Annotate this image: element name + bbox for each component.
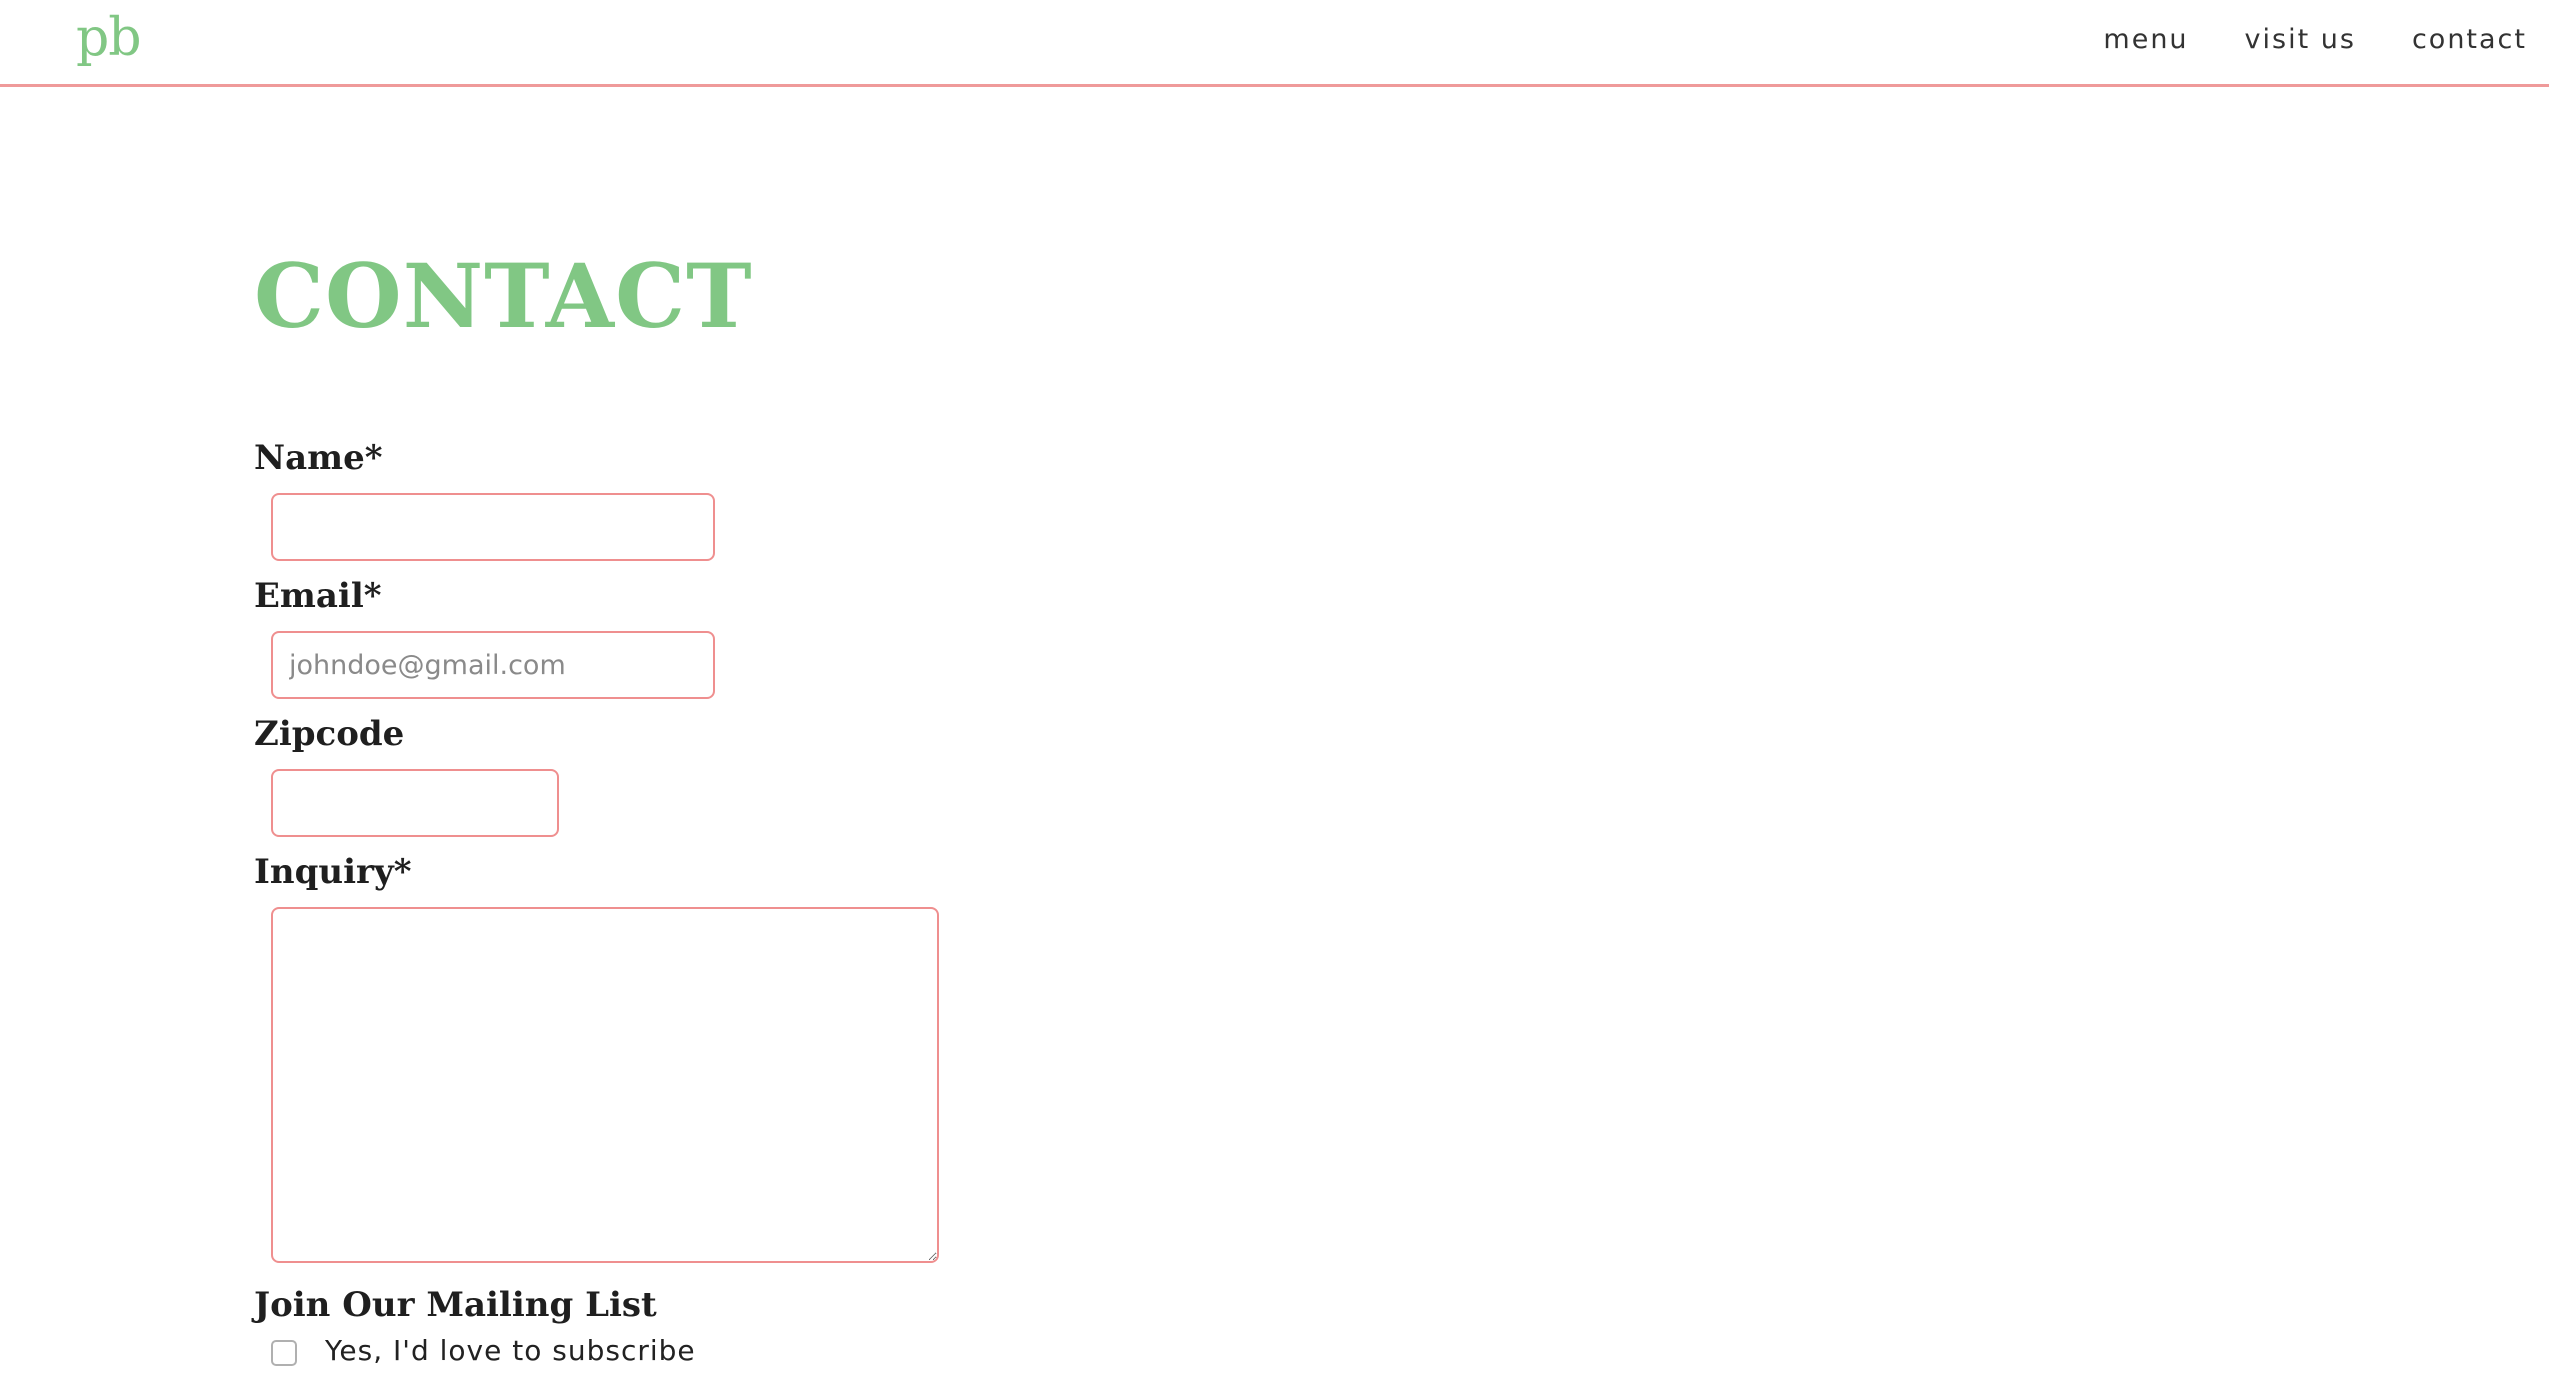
nav-links: menu visit us contact (2103, 24, 2527, 55)
subscribe-checkbox-label[interactable]: Yes, I'd love to subscribe (325, 1337, 696, 1365)
mailing-list-heading: Join Our Mailing List (254, 1285, 657, 1325)
nav-link-menu[interactable]: menu (2103, 24, 2188, 55)
name-label: Name* (254, 438, 383, 478)
page-title: CONTACT (254, 244, 753, 348)
name-input[interactable] (271, 493, 715, 561)
top-nav: pb menu visit us contact (0, 0, 2549, 87)
inquiry-textarea[interactable] (271, 907, 939, 1263)
email-input[interactable] (271, 631, 715, 699)
zipcode-label: Zipcode (254, 714, 405, 754)
site-logo[interactable]: pb (76, 12, 142, 64)
subscribe-checkbox[interactable] (271, 1340, 297, 1366)
email-label: Email* (254, 576, 382, 616)
nav-link-visit-us[interactable]: visit us (2245, 24, 2356, 55)
nav-link-contact[interactable]: contact (2412, 24, 2527, 55)
inquiry-label: Inquiry* (254, 852, 412, 892)
zipcode-input[interactable] (271, 769, 559, 837)
